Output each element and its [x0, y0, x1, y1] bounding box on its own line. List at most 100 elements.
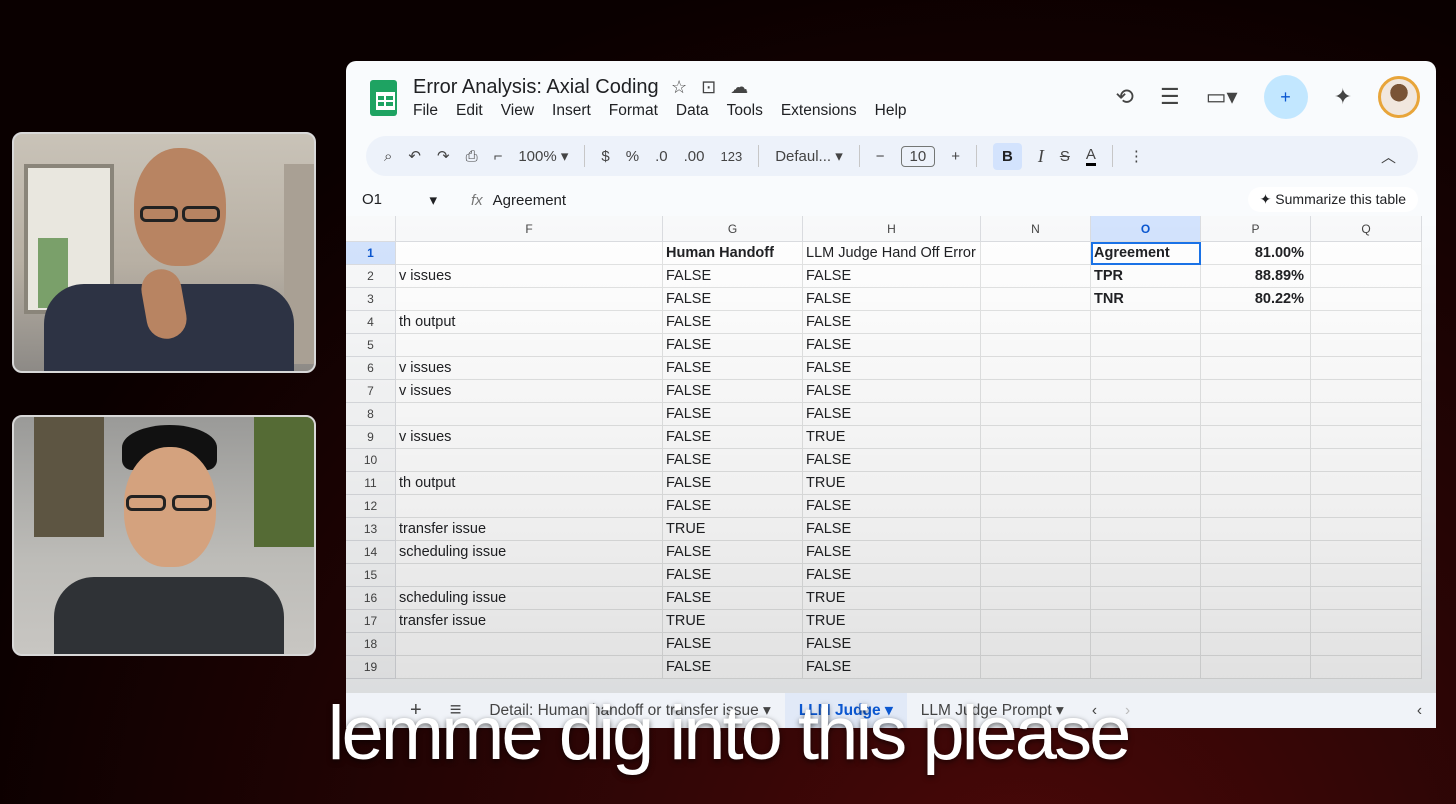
move-folder-icon[interactable]: ⊡ — [701, 77, 716, 98]
row-header[interactable]: 11 — [346, 472, 396, 495]
more-options-icon[interactable]: ⋮ — [1129, 147, 1144, 165]
menu-item-file[interactable]: File — [413, 102, 438, 120]
cell-p5[interactable] — [1201, 334, 1311, 357]
cell-o9[interactable] — [1091, 426, 1201, 449]
cell-g14[interactable]: FALSE — [663, 541, 803, 564]
cell-o17[interactable] — [1091, 610, 1201, 633]
cell-h7[interactable]: FALSE — [803, 380, 981, 403]
cell-g16[interactable]: FALSE — [663, 587, 803, 610]
cell-g11[interactable]: FALSE — [663, 472, 803, 495]
cell-g19[interactable]: FALSE — [663, 656, 803, 679]
row-header[interactable]: 14 — [346, 541, 396, 564]
cell-n7[interactable] — [981, 380, 1091, 403]
cell-q5[interactable] — [1311, 334, 1422, 357]
row-header[interactable]: 4 — [346, 311, 396, 334]
column-header-o[interactable]: O — [1091, 216, 1201, 242]
cell-h19[interactable]: FALSE — [803, 656, 981, 679]
cell-n6[interactable] — [981, 357, 1091, 380]
cell-q18[interactable] — [1311, 633, 1422, 656]
row-header[interactable]: 18 — [346, 633, 396, 656]
row-header[interactable]: 6 — [346, 357, 396, 380]
cell-n5[interactable] — [981, 334, 1091, 357]
cell-q11[interactable] — [1311, 472, 1422, 495]
cell-p3[interactable]: 80.22% — [1201, 288, 1311, 311]
cell-f5[interactable] — [396, 334, 663, 357]
cell-f1[interactable] — [396, 242, 663, 265]
cell-q6[interactable] — [1311, 357, 1422, 380]
cell-n10[interactable] — [981, 449, 1091, 472]
cell-g8[interactable]: FALSE — [663, 403, 803, 426]
cell-h1[interactable]: LLM Judge Hand Off Error — [803, 242, 981, 265]
cell-p1[interactable]: 81.00% — [1201, 242, 1311, 265]
cell-n18[interactable] — [981, 633, 1091, 656]
cell-f15[interactable] — [396, 564, 663, 587]
cell-f4[interactable]: th output — [396, 311, 663, 334]
cell-h4[interactable]: FALSE — [803, 311, 981, 334]
row-header[interactable]: 16 — [346, 587, 396, 610]
cell-f10[interactable] — [396, 449, 663, 472]
version-history-icon[interactable]: ⟲ — [1116, 84, 1134, 110]
cell-o18[interactable] — [1091, 633, 1201, 656]
bold-button[interactable]: B — [992, 142, 1022, 170]
column-header-q[interactable]: Q — [1311, 216, 1422, 242]
cell-n19[interactable] — [981, 656, 1091, 679]
font-size-input[interactable]: 10 — [900, 145, 936, 167]
cell-q13[interactable] — [1311, 518, 1422, 541]
cell-o4[interactable] — [1091, 311, 1201, 334]
cell-o8[interactable] — [1091, 403, 1201, 426]
cell-p8[interactable] — [1201, 403, 1311, 426]
row-header[interactable]: 12 — [346, 495, 396, 518]
cell-f19[interactable] — [396, 656, 663, 679]
cell-o7[interactable] — [1091, 380, 1201, 403]
menu-item-extensions[interactable]: Extensions — [781, 102, 857, 120]
menu-item-help[interactable]: Help — [875, 102, 907, 120]
comments-icon[interactable]: ☰ — [1160, 84, 1180, 110]
row-header[interactable]: 7 — [346, 380, 396, 403]
star-icon[interactable]: ☆ — [671, 77, 687, 98]
cell-g12[interactable]: FALSE — [663, 495, 803, 518]
cell-q17[interactable] — [1311, 610, 1422, 633]
strikethrough-button[interactable]: S — [1060, 148, 1070, 165]
cell-q7[interactable] — [1311, 380, 1422, 403]
redo-icon[interactable]: ↷ — [437, 147, 450, 165]
cell-f9[interactable]: v issues — [396, 426, 663, 449]
cell-p11[interactable] — [1201, 472, 1311, 495]
zoom-select[interactable]: 100% ▾ — [518, 147, 568, 165]
cell-h10[interactable]: FALSE — [803, 449, 981, 472]
cell-f3[interactable] — [396, 288, 663, 311]
cell-o5[interactable] — [1091, 334, 1201, 357]
row-header[interactable]: 8 — [346, 403, 396, 426]
cell-h9[interactable]: TRUE — [803, 426, 981, 449]
cell-p19[interactable] — [1201, 656, 1311, 679]
cell-p16[interactable] — [1201, 587, 1311, 610]
font-size-decrease-button[interactable]: − — [876, 148, 885, 165]
cell-g2[interactable]: FALSE — [663, 265, 803, 288]
cell-f14[interactable]: scheduling issue — [396, 541, 663, 564]
text-color-button[interactable]: A — [1085, 146, 1096, 166]
cell-n14[interactable] — [981, 541, 1091, 564]
cell-n9[interactable] — [981, 426, 1091, 449]
cell-o2[interactable]: TPR — [1091, 265, 1201, 288]
gemini-icon[interactable]: ✦ — [1334, 84, 1352, 110]
cell-f17[interactable]: transfer issue — [396, 610, 663, 633]
cell-p13[interactable] — [1201, 518, 1311, 541]
cell-q8[interactable] — [1311, 403, 1422, 426]
cell-f8[interactable] — [396, 403, 663, 426]
row-header[interactable]: 2 — [346, 265, 396, 288]
cell-h14[interactable]: FALSE — [803, 541, 981, 564]
cell-h11[interactable]: TRUE — [803, 472, 981, 495]
cell-g6[interactable]: FALSE — [663, 357, 803, 380]
cell-o3[interactable]: TNR — [1091, 288, 1201, 311]
name-box[interactable]: O1 ▾ — [346, 191, 451, 209]
menu-item-view[interactable]: View — [501, 102, 534, 120]
undo-icon[interactable]: ↶ — [408, 147, 421, 165]
cell-g15[interactable]: FALSE — [663, 564, 803, 587]
cell-q19[interactable] — [1311, 656, 1422, 679]
more-formats-button[interactable]: 123 — [720, 149, 742, 164]
cell-q12[interactable] — [1311, 495, 1422, 518]
cell-o16[interactable] — [1091, 587, 1201, 610]
column-header-h[interactable]: H — [803, 216, 981, 242]
cell-n11[interactable] — [981, 472, 1091, 495]
menu-item-data[interactable]: Data — [676, 102, 709, 120]
column-header-n[interactable]: N — [981, 216, 1091, 242]
